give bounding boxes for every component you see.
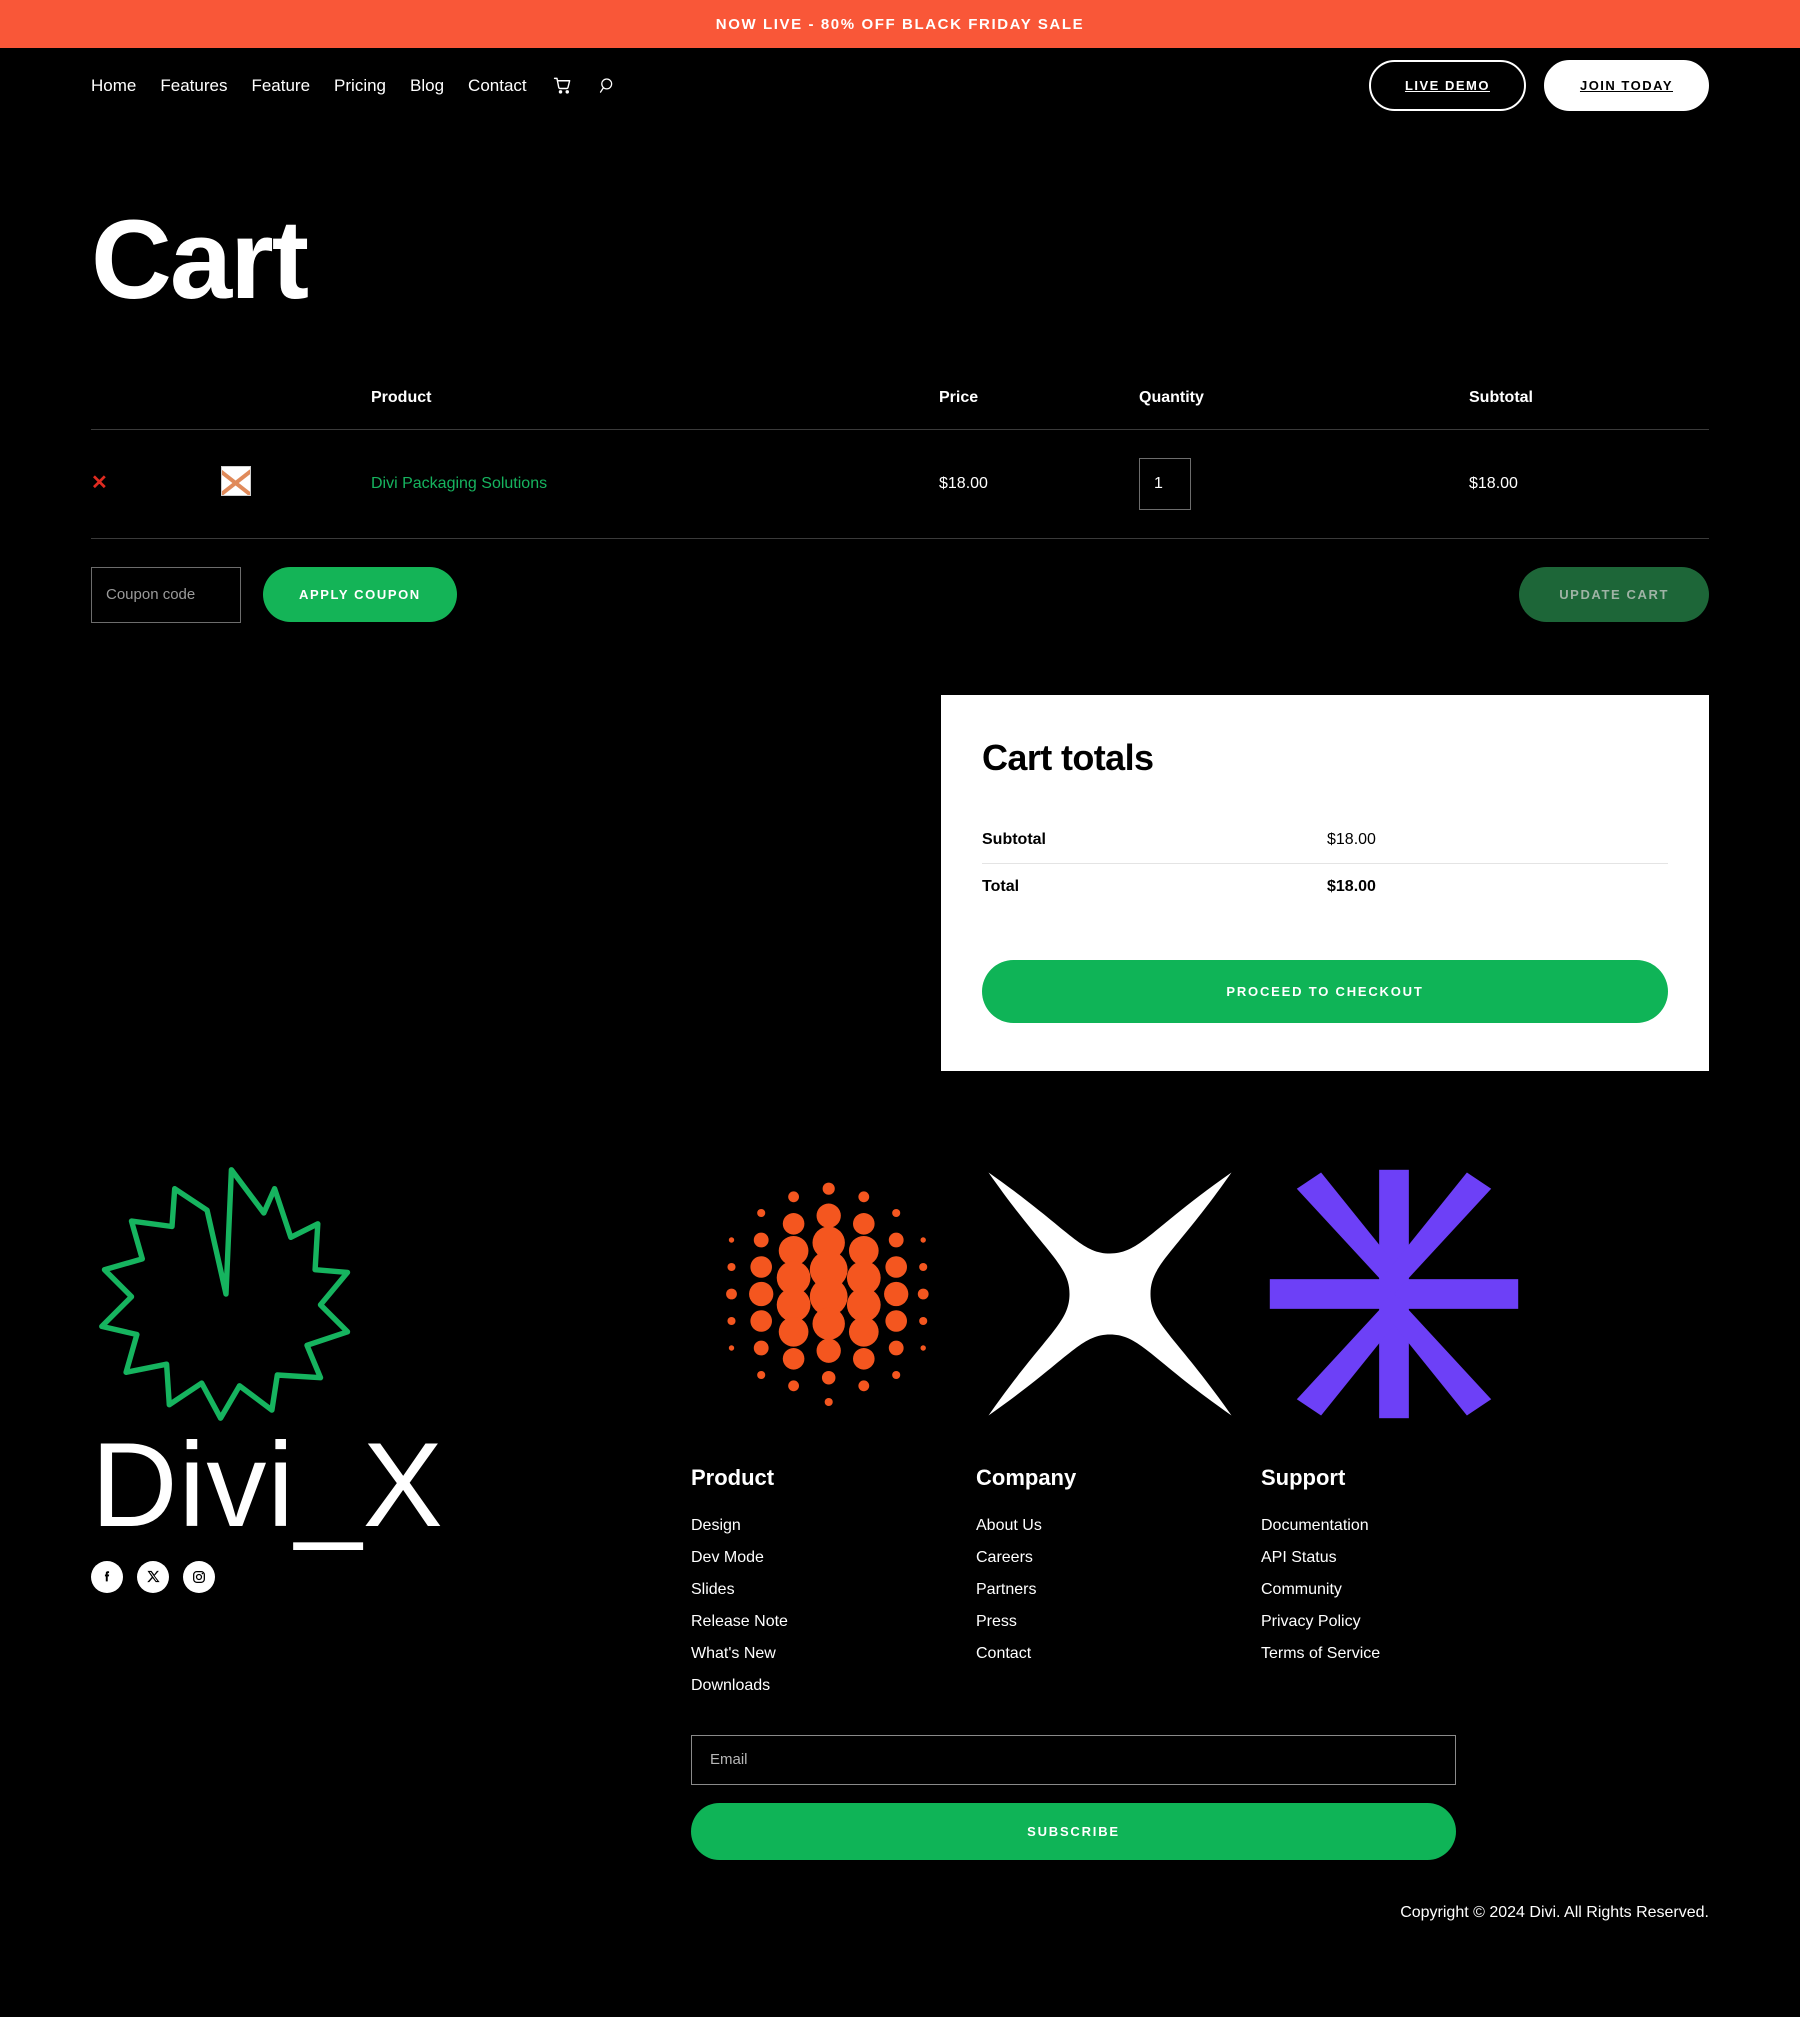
proceed-to-checkout-button[interactable]: PROCEED TO CHECKOUT (982, 959, 1668, 1023)
copyright-row: Copyright © 2024 Divi. All Rights Reserv… (0, 1860, 1800, 1962)
totals-row-subtotal: Subtotal $18.00 (982, 817, 1668, 864)
header-actions: LIVE DEMO JOIN TODAY (1368, 60, 1709, 111)
footer-link-community[interactable]: Community (1261, 1581, 1546, 1599)
remove-item-button[interactable]: ✕ (91, 473, 108, 493)
subscribe-button[interactable]: SUBSCRIBE (691, 1802, 1456, 1860)
pinwheel-logo-icon (99, 1166, 351, 1421)
cell-product: Divi Packaging Solutions (371, 429, 939, 539)
footer-link-dev-mode[interactable]: Dev Mode (691, 1549, 976, 1567)
footer-brand-column: Divi_X (91, 1159, 651, 1593)
announcement-text: NOW LIVE - 80% OFF BLACK FRIDAY SALE (715, 15, 1085, 33)
cart-totals-section: Cart totals Subtotal $18.00 Total $18.00… (0, 623, 1800, 1071)
site-header: Home Features Feature Pricing Blog Conta… (0, 48, 1800, 123)
cart-table: Product Price Quantity Subtotal ✕ Divi P… (91, 388, 1709, 539)
footer-link-slides[interactable]: Slides (691, 1581, 976, 1599)
update-cart-button[interactable]: UPDATE CART (1519, 567, 1709, 623)
broken-image-icon[interactable] (221, 466, 251, 497)
subtotal-value: $18.00 (1327, 830, 1376, 848)
cart-header-row: Product Price Quantity Subtotal (91, 388, 1709, 430)
join-today-button[interactable]: JOIN TODAY (1543, 60, 1709, 111)
page-title-container: Cart (0, 123, 1800, 319)
instagram-icon[interactable] (183, 1560, 215, 1593)
footer-content-column: Product Design Dev Mode Slides Release N… (651, 1159, 1709, 1860)
coupon-code-input[interactable] (91, 566, 241, 623)
nav-item-home[interactable]: Home (91, 76, 136, 96)
cell-thumbnail (221, 429, 371, 539)
cell-price: $18.00 (939, 429, 1139, 539)
brand-wordmark: Divi_X (91, 1417, 444, 1552)
footer-link-columns: Product Design Dev Mode Slides Release N… (691, 1465, 1709, 1709)
eight-spoke-asterisk-graphic (1269, 1169, 1519, 1418)
column-header-price: Price (939, 388, 1139, 430)
footer-column-title-support: Support (1261, 1464, 1346, 1490)
nav-item-blog[interactable]: Blog (410, 76, 444, 96)
x-twitter-icon[interactable] (137, 1560, 169, 1593)
cart-totals-title: Cart totals (982, 736, 1154, 778)
page-title: Cart (91, 197, 309, 322)
cell-quantity (1139, 429, 1469, 539)
footer-link-whats-new[interactable]: What's New (691, 1645, 976, 1663)
quantity-input[interactable] (1139, 457, 1191, 510)
primary-navigation: Home Features Feature Pricing Blog Conta… (91, 76, 617, 96)
email-field[interactable] (691, 1734, 1456, 1785)
footer-link-api-status[interactable]: API Status (1261, 1549, 1546, 1567)
footer-link-careers[interactable]: Careers (976, 1549, 1261, 1567)
footer-column-support: Support Documentation API Status Communi… (1261, 1465, 1546, 1709)
footer-column-product: Product Design Dev Mode Slides Release N… (691, 1465, 976, 1709)
total-value: $18.00 (1327, 877, 1376, 895)
cell-remove: ✕ (91, 429, 221, 539)
footer-link-downloads[interactable]: Downloads (691, 1677, 976, 1695)
footer-link-terms-of-service[interactable]: Terms of Service (1261, 1645, 1546, 1663)
footer-link-release-note[interactable]: Release Note (691, 1613, 976, 1631)
nav-item-pricing[interactable]: Pricing (334, 76, 386, 96)
footer-link-privacy-policy[interactable]: Privacy Policy (1261, 1613, 1546, 1631)
cart-table-head: Product Price Quantity Subtotal (91, 388, 1709, 430)
table-row: ✕ Divi Packaging Solutions $18.00 $18.00 (91, 429, 1709, 539)
column-header-quantity: Quantity (1139, 388, 1469, 430)
shopping-cart-icon[interactable] (553, 76, 572, 95)
cell-subtotal: $18.00 (1469, 429, 1709, 539)
footer-column-title-company: Company (976, 1464, 1077, 1490)
total-label: Total (982, 877, 1020, 895)
halftone-dots-graphic (726, 1182, 929, 1406)
search-icon[interactable] (598, 76, 617, 95)
footer-link-documentation[interactable]: Documentation (1261, 1517, 1546, 1535)
footer-link-partners[interactable]: Partners (976, 1581, 1261, 1599)
newsletter-form: SUBSCRIBE (691, 1734, 1456, 1860)
footer-link-about-us[interactable]: About Us (976, 1517, 1261, 1535)
social-links (91, 1560, 651, 1593)
copyright-text: Copyright © 2024 Divi. All Rights Reserv… (1400, 1903, 1709, 1921)
announcement-bar: NOW LIVE - 80% OFF BLACK FRIDAY SALE (0, 0, 1800, 48)
column-header-thumbnail (221, 388, 371, 430)
coupon-row: APPLY COUPON UPDATE CART (0, 539, 1800, 623)
cart-table-section: Product Price Quantity Subtotal ✕ Divi P… (0, 319, 1800, 539)
nav-item-features[interactable]: Features (160, 76, 227, 96)
column-header-subtotal: Subtotal (1469, 388, 1709, 430)
column-header-remove (91, 388, 221, 430)
facebook-icon[interactable] (91, 1560, 123, 1593)
footer-link-contact[interactable]: Contact (976, 1645, 1261, 1663)
column-header-product: Product (371, 388, 939, 430)
totals-row-total: Total $18.00 (982, 864, 1668, 910)
footer-column-company: Company About Us Careers Partners Press … (976, 1465, 1261, 1709)
nav-item-contact[interactable]: Contact (468, 76, 527, 96)
four-point-star-graphic (988, 1172, 1232, 1416)
footer-column-title-product: Product (691, 1464, 775, 1490)
apply-coupon-button[interactable]: APPLY COUPON (263, 567, 457, 623)
cart-totals-card: Cart totals Subtotal $18.00 Total $18.00… (941, 694, 1709, 1071)
footer-link-design[interactable]: Design (691, 1517, 976, 1535)
nav-item-feature[interactable]: Feature (251, 76, 310, 96)
footer-decorations (691, 1159, 1709, 1429)
live-demo-button[interactable]: LIVE DEMO (1368, 60, 1526, 111)
cart-table-body: ✕ Divi Packaging Solutions $18.00 $18.00 (91, 429, 1709, 539)
footer-link-press[interactable]: Press (976, 1613, 1261, 1631)
site-footer: Divi_X Product Design Dev Mode Slides Re… (0, 1071, 1800, 1860)
subtotal-label: Subtotal (982, 830, 1046, 848)
product-link[interactable]: Divi Packaging Solutions (371, 475, 547, 492)
